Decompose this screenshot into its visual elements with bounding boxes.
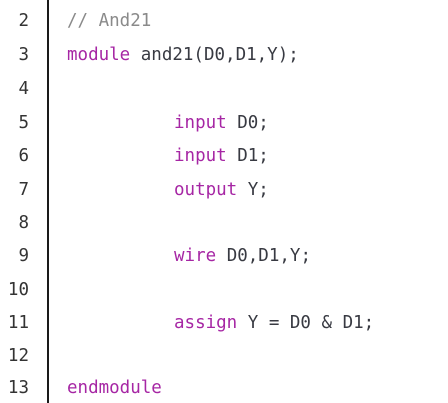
code-line[interactable]: 4 <box>0 74 448 104</box>
code-text: output Y; <box>67 175 269 205</box>
text-token: D1; <box>226 146 269 166</box>
code-line[interactable]: 11 assign Y = D0 & D1; <box>0 308 448 338</box>
code-line[interactable]: 2 // And21 <box>0 6 448 36</box>
line-number: 10 <box>7 280 29 300</box>
code-text: endmodule <box>67 373 162 403</box>
line-number: 6 <box>18 146 29 166</box>
code-text: wire D0,D1,Y; <box>67 241 311 271</box>
text-token: Y = D0 & D1; <box>237 313 375 333</box>
line-number: 3 <box>18 45 29 65</box>
line-number: 8 <box>18 213 29 233</box>
line-number: 7 <box>18 180 29 200</box>
line-number: 9 <box>18 246 29 266</box>
code-line[interactable]: 13 endmodule <box>0 373 448 403</box>
keyword-token: input <box>174 146 227 166</box>
line-number: 2 <box>18 11 29 31</box>
code-line[interactable]: 9 wire D0,D1,Y; <box>0 241 448 271</box>
code-text: input D1; <box>67 141 269 171</box>
text-token: D0; <box>226 113 269 133</box>
text-token: and21(D0,D1,Y); <box>130 45 299 65</box>
code-line[interactable]: 7 output Y; <box>0 175 448 205</box>
line-number: 11 <box>7 313 29 333</box>
text-token: D0,D1,Y; <box>216 246 311 266</box>
keyword-token: assign <box>174 313 238 333</box>
code-text: // And21 <box>67 6 151 36</box>
keyword-token: output <box>174 180 238 200</box>
code-line[interactable]: 6 input D1; <box>0 141 448 171</box>
comment-token: // And21 <box>67 11 152 31</box>
line-number: 13 <box>7 378 29 398</box>
code-text: module and21(D0,D1,Y); <box>67 40 299 70</box>
code-line[interactable]: 12 <box>0 341 448 371</box>
code-line[interactable]: 5 input D0; <box>0 108 448 138</box>
keyword-token: module <box>67 45 131 65</box>
keyword-token: input <box>174 113 227 133</box>
keyword-token: wire <box>174 246 217 266</box>
line-number: 4 <box>18 79 29 99</box>
text-token: Y; <box>237 180 269 200</box>
line-number: 5 <box>18 113 29 133</box>
code-line[interactable]: 3 module and21(D0,D1,Y); <box>0 40 448 70</box>
code-line[interactable]: 10 <box>0 275 448 305</box>
code-text: assign Y = D0 & D1; <box>67 308 374 338</box>
code-line[interactable]: 8 <box>0 208 448 238</box>
line-number: 12 <box>7 346 29 366</box>
code-text: input D0; <box>67 108 269 138</box>
code-editor[interactable]: 2 // And21 3 module and21(D0,D1,Y); 4 5 … <box>0 0 448 403</box>
keyword-token: endmodule <box>67 378 162 398</box>
